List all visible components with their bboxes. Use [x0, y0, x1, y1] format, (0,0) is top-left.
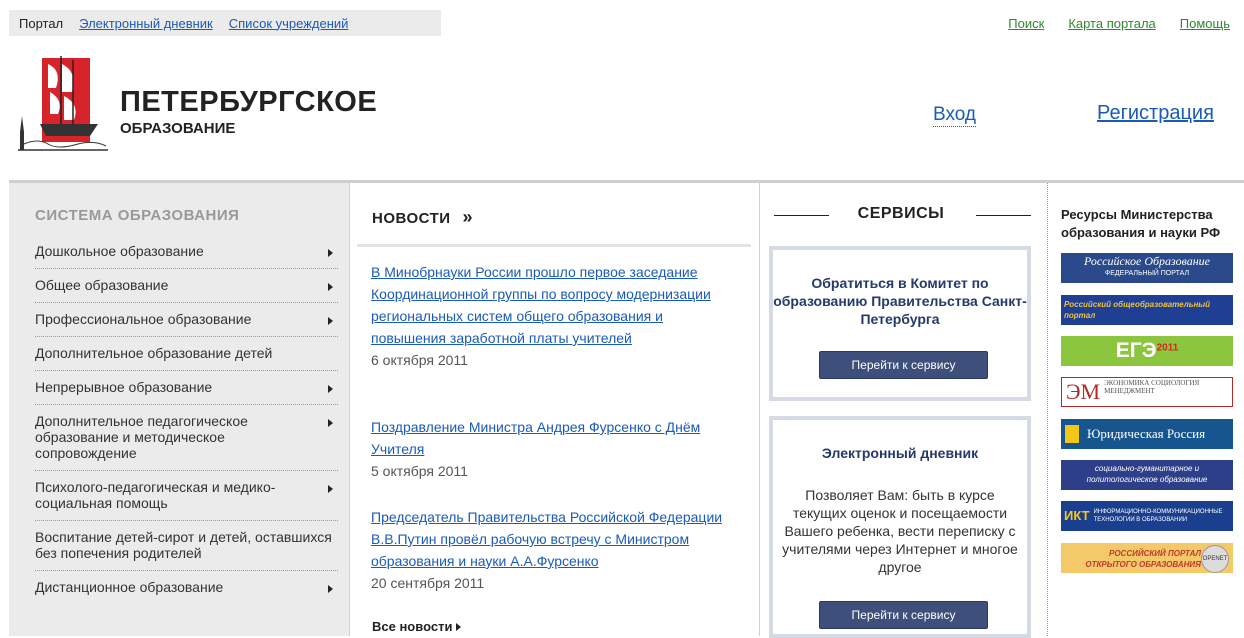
resources-heading: Ресурсы Министерства образования и науки… [1061, 207, 1221, 240]
banner-text: Российское Образование [1084, 254, 1210, 268]
sidebar: СИСТЕМА ОБРАЗОВАНИЯ Дошкольное образован… [9, 183, 349, 636]
banner-text: Российский общеобразовательный портал [1064, 300, 1211, 320]
sidebar-item[interactable]: Общее образование [35, 269, 338, 303]
globe-icon: OPENET [1201, 545, 1229, 573]
logo-subtitle: ОБРАЗОВАНИЕ [120, 120, 236, 137]
logo-title: ПЕТЕРБУРГСКОЕ [120, 86, 378, 118]
login-link[interactable]: Вход [933, 104, 976, 127]
go-to-service-button[interactable]: Перейти к сервису [819, 351, 988, 379]
banner-legal-russia[interactable]: Юридическая Россия [1061, 419, 1233, 449]
sidebar-item-label: Психолого-педагогическая и медико-социал… [35, 479, 276, 511]
sidebar-item-label: Профессиональное образование [35, 311, 252, 327]
nav-portal[interactable]: Портал [19, 16, 63, 31]
arrow-right-icon [328, 283, 333, 291]
news-item-date: 20 сентября 2011 [371, 575, 485, 591]
news-item-link[interactable]: Поздравление Министра Андрея Фурсенко с … [371, 419, 700, 457]
sidebar-title: СИСТЕМА ОБРАЗОВАНИЯ [35, 207, 240, 224]
sidebar-item[interactable]: Психолого-педагогическая и медико-социал… [35, 471, 338, 521]
news-item-date: 5 октября 2011 [371, 463, 468, 479]
register-link[interactable]: Регистрация [1097, 102, 1214, 125]
sitemap-link[interactable]: Карта портала [1068, 16, 1155, 31]
arrow-right-icon [328, 317, 333, 325]
column-divider [1047, 183, 1048, 636]
book-icon [1065, 425, 1079, 443]
banner-subtext: 2011 [1156, 342, 1179, 354]
sidebar-item-label: Общее образование [35, 277, 169, 293]
go-to-service-button[interactable]: Перейти к сервису [819, 601, 988, 629]
arrow-right-icon [456, 623, 462, 631]
sidebar-item-label: Дополнительное педагогическое образовани… [35, 413, 248, 461]
sidebar-item[interactable]: Дошкольное образование [35, 235, 338, 269]
banner-general-education-portal[interactable]: Российский общеобразовательный портал [1061, 295, 1233, 325]
sidebar-item-label: Дошкольное образование [35, 243, 204, 259]
logo-ship-icon[interactable] [18, 50, 108, 160]
news-item: Поздравление Министра Андрея Фурсенко с … [371, 416, 741, 482]
nav-electronic-diary[interactable]: Электронный дневник [79, 16, 213, 31]
column-divider [759, 183, 760, 636]
arrow-right-icon [328, 249, 333, 257]
sidebar-item-label: Дистанционное образование [35, 579, 224, 595]
banner-ege[interactable]: ЕГЭ2011 [1061, 336, 1233, 366]
decorative-line [976, 215, 1031, 216]
news-item-link[interactable]: Председатель Правительства Российской Фе… [371, 509, 722, 569]
banner-logo-icon: ЭМ [1066, 379, 1101, 404]
service-card: Электронный дневник Позволяет Вам: быть … [769, 416, 1031, 638]
nav-institutions-list[interactable]: Список учреждений [229, 16, 349, 31]
sidebar-item[interactable]: Дистанционное образование [35, 571, 338, 604]
all-news-link[interactable]: Все новости [372, 619, 462, 634]
sidebar-item[interactable]: Дополнительное педагогическое образовани… [35, 405, 338, 471]
sidebar-item-label: Воспитание детей-сирот и детей, оставших… [35, 529, 332, 561]
search-link[interactable]: Поиск [1008, 16, 1044, 31]
arrow-right-icon [328, 385, 333, 393]
sidebar-item[interactable]: Воспитание детей-сирот и детей, оставших… [35, 521, 338, 571]
service-title: Электронный дневник [821, 445, 979, 461]
banner-subtext: ФЕДЕРАЛЬНЫЙ ПОРТАЛ [1104, 270, 1190, 277]
news-title-text: НОВОСТИ [372, 210, 451, 227]
banner-russian-education[interactable]: Российское Образование ФЕДЕРАЛЬНЫЙ ПОРТА… [1061, 253, 1233, 283]
top-nav-bar: Портал Электронный дневник Список учрежд… [9, 10, 441, 36]
service-description: Позволяет Вам: быть в курсе текущих оцен… [782, 487, 1018, 575]
news-separator [357, 244, 751, 247]
arrow-right-icon [328, 419, 333, 427]
banner-social-humanitarian[interactable]: социально-гуманитарное и политологическо… [1061, 460, 1233, 490]
banner-text: социально-гуманитарное и политологическо… [1086, 464, 1208, 484]
banner-ict[interactable]: ИКТ ИНФОРМАЦИОННО-КОММУНИКАЦИОННЫЕ ТЕХНО… [1061, 501, 1233, 531]
news-item-link[interactable]: В Минобрнауки России прошло первое засед… [371, 264, 711, 346]
news-item-date: 6 октября 2011 [371, 352, 468, 368]
help-link[interactable]: Помощь [1180, 16, 1230, 31]
news-item: Председатель Правительства Российской Фе… [371, 506, 741, 594]
banner-text: ЕГЭ [1115, 339, 1157, 362]
banner-economics[interactable]: ЭМ ЭКОНОМИКА СОЦИОЛОГИЯ МЕНЕДЖМЕНТ [1061, 377, 1233, 407]
sidebar-item-label: Непрерывное образование [35, 379, 213, 395]
utility-links: Поиск Карта портала Помощь [1008, 16, 1230, 31]
services-heading: СЕРВИСЫ [857, 205, 945, 222]
banner-text: Юридическая Россия [1087, 426, 1206, 441]
sidebar-item[interactable]: Профессиональное образование [35, 303, 338, 337]
all-news-label: Все новости [372, 619, 453, 634]
double-chevron-icon: » [462, 207, 474, 227]
arrow-right-icon [328, 585, 333, 593]
service-title: Обратиться в Комитет по образованию Прав… [773, 275, 1027, 327]
sidebar-item-label: Дополнительное образование детей [35, 345, 273, 361]
service-card: Обратиться в Комитет по образованию Прав… [769, 246, 1031, 401]
sidebar-item[interactable]: Дополнительное образование детей [35, 337, 338, 371]
sidebar-menu: Дошкольное образование Общее образование… [35, 235, 338, 604]
news-heading[interactable]: НОВОСТИ » [372, 207, 473, 228]
sidebar-item[interactable]: Непрерывное образование [35, 371, 338, 405]
arrow-right-icon [328, 485, 333, 493]
banner-open-education[interactable]: OPENET РОССИЙСКИЙ ПОРТАЛ ОТКРЫТОГО ОБРАЗ… [1061, 543, 1233, 573]
news-item: В Минобрнауки России прошло первое засед… [371, 261, 741, 371]
banner-subtext: ИКТ [1064, 508, 1090, 523]
column-divider [349, 183, 350, 636]
